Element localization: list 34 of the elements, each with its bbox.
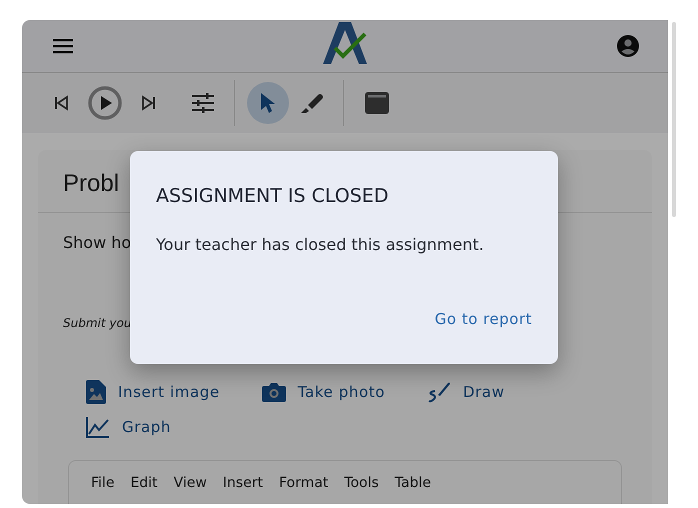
editor-menu-item[interactable]: Table: [394, 475, 431, 491]
problem-title: Probl: [62, 169, 120, 199]
sliders-icon: [192, 93, 214, 113]
editor-menu-item[interactable]: Tools: [344, 475, 379, 491]
play-icon: [88, 86, 122, 120]
graph-attachment-button[interactable]: Graph: [86, 416, 172, 438]
account-button[interactable]: [616, 34, 640, 58]
menu-button[interactable]: [52, 38, 74, 54]
camera-attachment-button[interactable]: Take photo: [262, 380, 386, 404]
skip-forward-icon: [141, 95, 157, 111]
pen-scribble-icon: [427, 381, 452, 403]
dialog-message: Your teacher has closed this assignment.: [156, 235, 485, 254]
go-to-report-button[interactable]: Go to report: [434, 310, 532, 328]
account-icon: [616, 34, 640, 58]
image-attachment-button[interactable]: Insert image: [86, 380, 220, 404]
draw-attachment-button[interactable]: Draw: [427, 380, 505, 404]
skip-back-icon: [53, 95, 69, 111]
submit-instruction: Submit you: [63, 316, 132, 330]
cursor-icon: [259, 92, 277, 114]
marker-icon: [300, 92, 324, 114]
window-icon: [364, 91, 390, 115]
editor-menu-item[interactable]: Insert: [222, 475, 263, 491]
problem-prompt: Show ho: [63, 233, 132, 252]
logo-icon: [321, 22, 369, 64]
dialog-title: ASSIGNMENT IS CLOSED: [156, 185, 390, 207]
editor-menu-item[interactable]: Format: [278, 475, 328, 491]
line-chart-icon: [86, 416, 110, 438]
menu-icon: [52, 38, 74, 54]
pointer-tool-button[interactable]: [247, 82, 289, 124]
editor-menu-item[interactable]: File: [91, 475, 114, 491]
camera-icon: [262, 382, 286, 402]
editor-menu-item[interactable]: View: [174, 475, 207, 491]
editor-menu-item[interactable]: Edit: [130, 475, 158, 491]
image-file-icon: [86, 380, 106, 404]
